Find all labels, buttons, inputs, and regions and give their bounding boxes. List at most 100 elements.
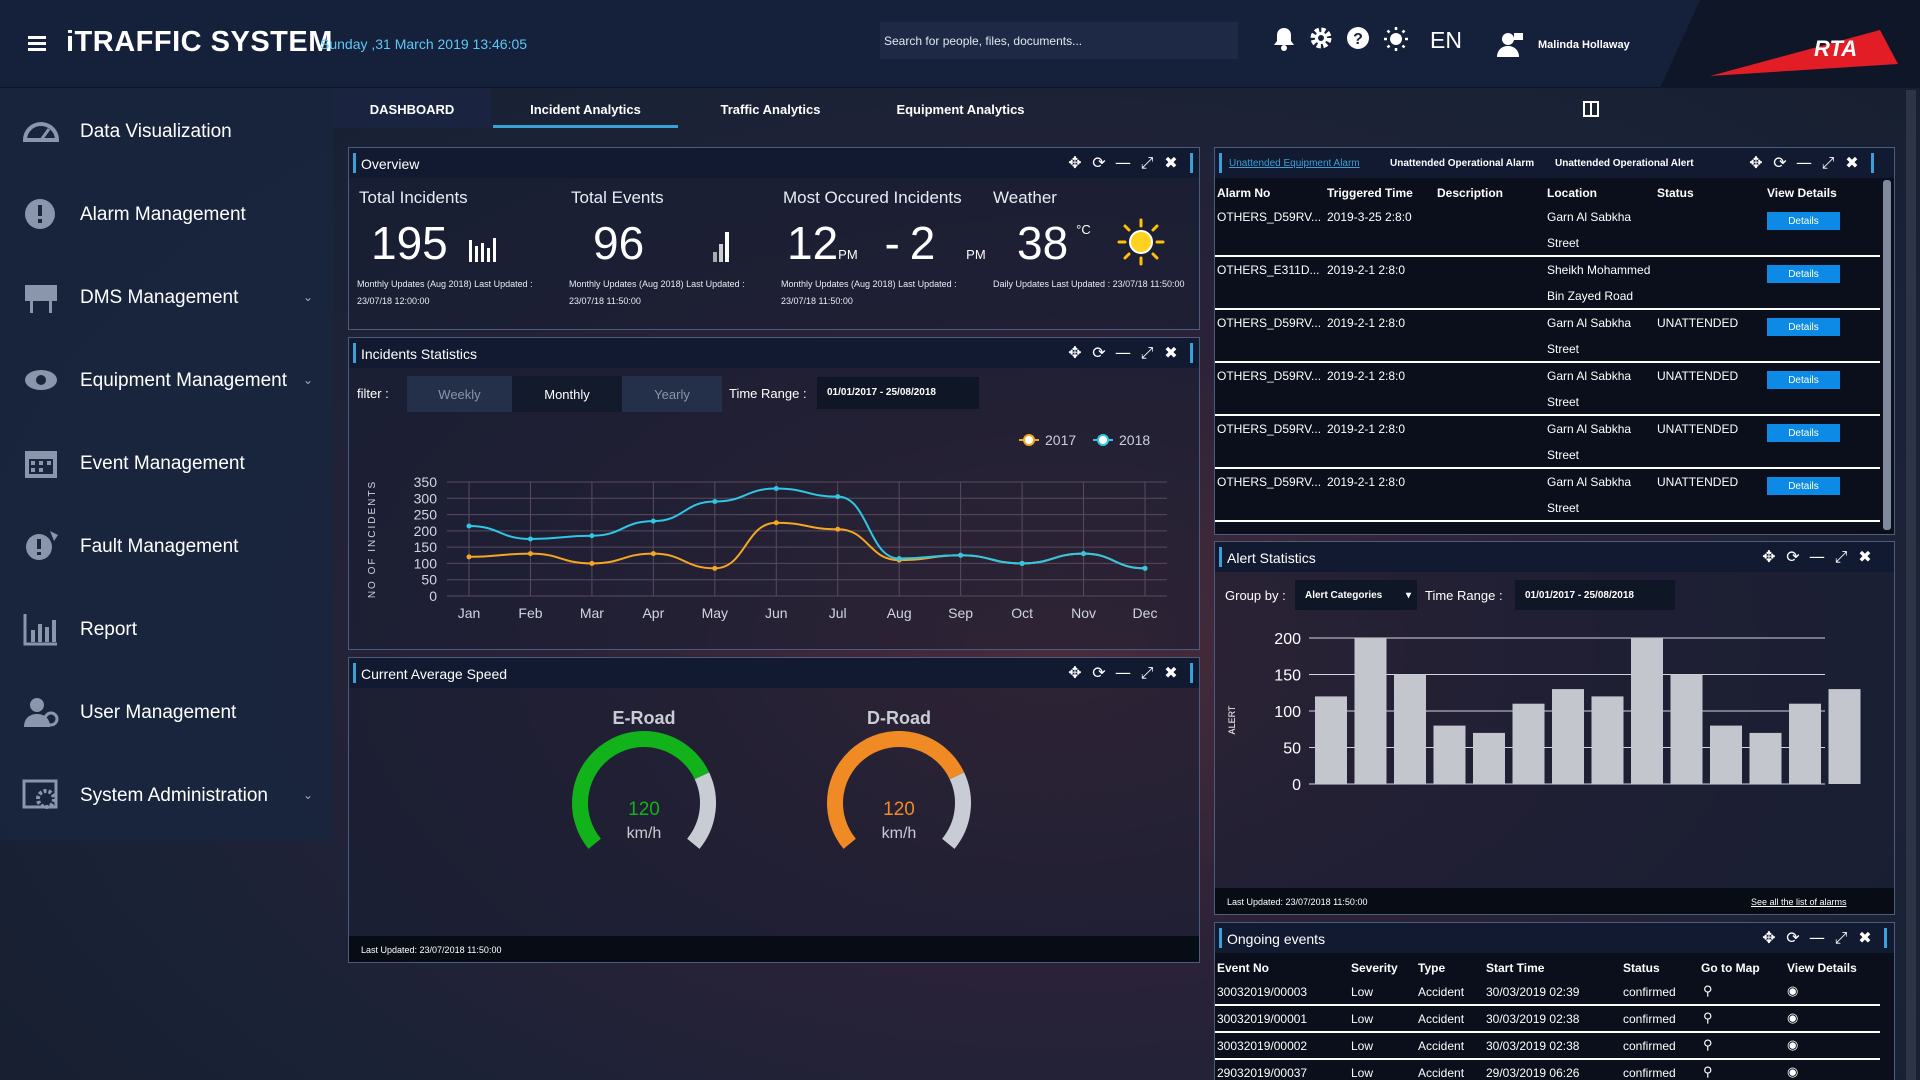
data-point-2018[interactable] (835, 494, 841, 500)
data-point-2018[interactable] (1081, 551, 1087, 557)
details-button[interactable]: Details (1767, 371, 1840, 389)
language-switch[interactable]: EN (1430, 27, 1462, 54)
data-point-2018[interactable] (1142, 565, 1148, 571)
sidebar-item-event-management[interactable]: Event Management (0, 432, 333, 492)
minimize-icon[interactable]: — (1808, 548, 1826, 566)
data-point-2017[interactable] (835, 526, 841, 532)
data-point-2018[interactable] (1019, 560, 1025, 566)
data-point-2018[interactable] (589, 533, 595, 539)
details-button[interactable]: Details (1767, 265, 1840, 283)
table-row[interactable]: 29032019/00037 Low Accident 29/03/2019 06:2… (1215, 1060, 1880, 1080)
refresh-icon[interactable]: ⟳ (1771, 154, 1789, 172)
page-scrollbar[interactable] (1906, 90, 1916, 1080)
move-icon[interactable]: ✥ (1760, 929, 1778, 947)
sidebar-item-fault-management[interactable]: Fault Management (0, 515, 333, 575)
details-button[interactable]: Details (1767, 424, 1840, 442)
expand-icon[interactable]: ⤢ (1138, 664, 1156, 682)
help-icon[interactable]: ? (1346, 26, 1370, 58)
sidebar-item-alarm-management[interactable]: Alarm Management (0, 183, 333, 243)
bar[interactable] (1473, 732, 1505, 784)
bar[interactable] (1394, 674, 1426, 785)
expand-icon[interactable]: ⤢ (1819, 154, 1837, 172)
bar[interactable] (1591, 696, 1624, 784)
expand-icon[interactable]: ⤢ (1832, 548, 1850, 566)
minimize-icon[interactable]: — (1808, 929, 1826, 947)
table-row[interactable]: OTHERS_D59RV... 2019-2-1 2:8:0 Garn Al Sab… (1215, 416, 1880, 469)
expand-icon[interactable]: ⤢ (1138, 154, 1156, 172)
brightness-icon[interactable] (1383, 26, 1409, 60)
close-icon[interactable]: ✖ (1162, 154, 1180, 172)
legend-label[interactable]: 2018 (1119, 432, 1150, 448)
map-pin-icon[interactable]: ⚲ (1703, 1037, 1713, 1053)
chevron-down-icon[interactable]: ⌄ (303, 788, 313, 802)
close-icon[interactable]: ✖ (1162, 664, 1180, 682)
table-row[interactable]: 30032019/00003 Low Accident 30/03/2019 02:3… (1215, 979, 1880, 1006)
table-row[interactable]: 30032019/00002 Low Accident 30/03/2019 02:3… (1215, 1033, 1880, 1060)
eye-icon[interactable]: ◉ (1787, 1064, 1798, 1080)
data-point-2018[interactable] (650, 518, 656, 524)
bar[interactable] (1789, 703, 1821, 784)
move-icon[interactable]: ✥ (1760, 548, 1778, 566)
search-input[interactable] (880, 22, 1238, 59)
eye-icon[interactable]: ◉ (1787, 983, 1798, 999)
minimize-icon[interactable]: — (1114, 154, 1132, 172)
table-row[interactable]: OTHERS_E311D... 2019-2-1 2:8:0 Sheikh Moha… (1215, 257, 1880, 310)
chevron-down-icon[interactable]: ⌄ (303, 373, 313, 387)
details-button[interactable]: Details (1767, 212, 1840, 230)
sidebar-item-system-administration[interactable]: System Administration ⌄ (0, 764, 333, 824)
close-icon[interactable]: ✖ (1856, 929, 1874, 947)
bar[interactable] (1315, 696, 1347, 784)
close-icon[interactable]: ✖ (1843, 154, 1861, 172)
user-name[interactable]: Malinda Hollaway (1538, 39, 1630, 51)
data-point-2018[interactable] (712, 499, 718, 505)
data-point-2017[interactable] (773, 520, 779, 526)
bar[interactable] (1828, 689, 1861, 784)
move-icon[interactable]: ✥ (1747, 154, 1765, 172)
details-button[interactable]: Details (1767, 477, 1840, 495)
data-point-2018[interactable] (466, 523, 472, 529)
data-point-2017[interactable] (466, 554, 472, 560)
gear-icon[interactable] (1309, 26, 1333, 58)
eye-icon[interactable]: ◉ (1787, 1037, 1798, 1053)
bar[interactable] (1631, 638, 1663, 784)
refresh-icon[interactable]: ⟳ (1090, 664, 1108, 682)
minimize-icon[interactable]: — (1114, 344, 1132, 362)
time-range-picker[interactable]: 01/01/2017 - 25/08/2018 (817, 377, 979, 409)
tab-traffic-analytics[interactable]: Traffic Analytics (678, 88, 863, 128)
bar[interactable] (1552, 689, 1584, 784)
data-point-2018[interactable] (527, 536, 533, 542)
tab-dashboard[interactable]: DASHBOARD (333, 88, 491, 128)
data-point-2017[interactable] (712, 565, 718, 571)
sidebar-item-equipment-management[interactable]: Equipment Management ⌄ (0, 349, 333, 409)
refresh-icon[interactable]: ⟳ (1784, 929, 1802, 947)
layout-toggle-icon[interactable] (1583, 101, 1599, 117)
data-point-2017[interactable] (527, 551, 533, 557)
filter-monthly[interactable]: Monthly (512, 376, 622, 412)
group-by-select[interactable]: Alert Categories ▾ (1295, 580, 1417, 610)
sidebar-item-user-management[interactable]: User Management (0, 681, 333, 741)
move-icon[interactable]: ✥ (1066, 664, 1084, 682)
tab-incident-analytics[interactable]: Incident Analytics (493, 88, 678, 128)
data-point-2018[interactable] (958, 552, 964, 558)
filter-yearly[interactable]: Yearly (622, 376, 722, 412)
minimize-icon[interactable]: — (1114, 664, 1132, 682)
table-row[interactable]: OTHERS_D59RV... 2019-2-1 2:8:0 Garn Al Sab… (1215, 363, 1880, 416)
table-row[interactable]: OTHERS_D59RV... 2019-3-25 2:8:0 Garn Al Sa… (1215, 204, 1880, 257)
tab-unattended-equipment-alarm[interactable]: Unattended Equipment Alarm (1229, 158, 1360, 169)
refresh-icon[interactable]: ⟳ (1090, 154, 1108, 172)
tab-unattended-operational-alert[interactable]: Unattended Operational Alert (1555, 158, 1694, 169)
see-all-alarms-link[interactable]: See all the list of alarms (1751, 897, 1847, 907)
tab-unattended-operational-alarm[interactable]: Unattended Operational Alarm (1390, 158, 1534, 169)
minimize-icon[interactable]: — (1795, 154, 1813, 172)
table-row[interactable]: 30032019/00001 Low Accident 30/03/2019 02:3… (1215, 1006, 1880, 1033)
map-pin-icon[interactable]: ⚲ (1703, 983, 1713, 999)
menu-icon[interactable] (28, 36, 46, 52)
bar[interactable] (1354, 638, 1387, 784)
table-row[interactable]: OTHERS_D59RV... 2019-2-1 2:8:0 Garn Al Sab… (1215, 310, 1880, 363)
chevron-down-icon[interactable]: ⌄ (303, 290, 313, 304)
data-point-2017[interactable] (650, 551, 656, 557)
sidebar-item-dms-management[interactable]: DMS Management ⌄ (0, 266, 333, 326)
filter-weekly[interactable]: Weekly (407, 376, 512, 412)
data-point-2018[interactable] (896, 556, 902, 562)
bar[interactable] (1670, 674, 1703, 785)
